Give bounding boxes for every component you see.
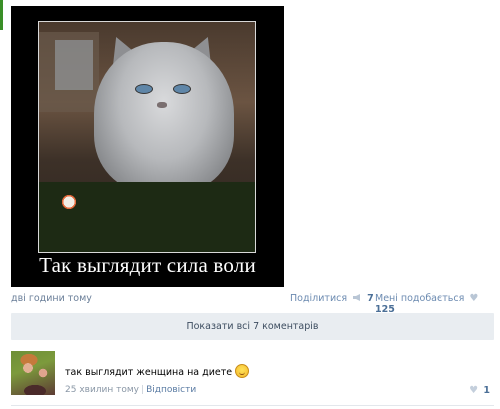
accent-strip xyxy=(0,0,3,30)
avatar[interactable] xyxy=(11,351,55,395)
like-button[interactable]: Мені подобається ♥ 125 xyxy=(375,293,494,315)
heart-icon: ♥ xyxy=(469,293,479,304)
post-meta: дві години тому Поділитися 7 Мені подоба… xyxy=(11,292,494,315)
reply-link[interactable]: Відповісти xyxy=(146,385,196,395)
share-label: Поділитися xyxy=(290,293,348,304)
post-image[interactable]: Так выглядит сила воли xyxy=(11,6,284,287)
cat-photo xyxy=(38,21,256,253)
sushi-tray xyxy=(39,182,255,252)
cat-eye-right xyxy=(173,84,191,94)
divider: | xyxy=(141,385,145,395)
post-time-link[interactable]: дві години тому xyxy=(11,293,92,304)
like-label: Мені подобається xyxy=(375,293,465,304)
comment-item: так выглядит женщина на диете 25 хвилин … xyxy=(11,351,494,401)
background-window xyxy=(55,40,93,90)
cat-figure xyxy=(94,42,234,192)
comment-like-button[interactable]: ♥ 1 xyxy=(467,385,490,396)
comment-text: так выглядит женщина на диете xyxy=(65,364,250,378)
megaphone-icon xyxy=(353,294,361,301)
cat-eye-left xyxy=(135,84,153,94)
share-button[interactable]: Поділитися 7 xyxy=(290,293,374,304)
divider-line xyxy=(11,405,494,406)
comment-body: так выглядит женщина на диете xyxy=(65,367,233,378)
comment-meta: 25 хвилин тому | Відповісти xyxy=(65,385,196,395)
heart-icon: ♥ xyxy=(469,385,479,396)
share-count: 7 xyxy=(367,293,374,304)
cat-nose xyxy=(157,102,167,108)
show-all-comments-button[interactable]: Показати всі 7 коментарів xyxy=(11,313,494,340)
image-caption: Так выглядит сила воли xyxy=(39,253,256,277)
laughing-emoji-icon xyxy=(235,364,250,378)
comment-like-count: 1 xyxy=(483,385,490,396)
comment-time-link[interactable]: 25 хвилин тому xyxy=(65,385,139,395)
